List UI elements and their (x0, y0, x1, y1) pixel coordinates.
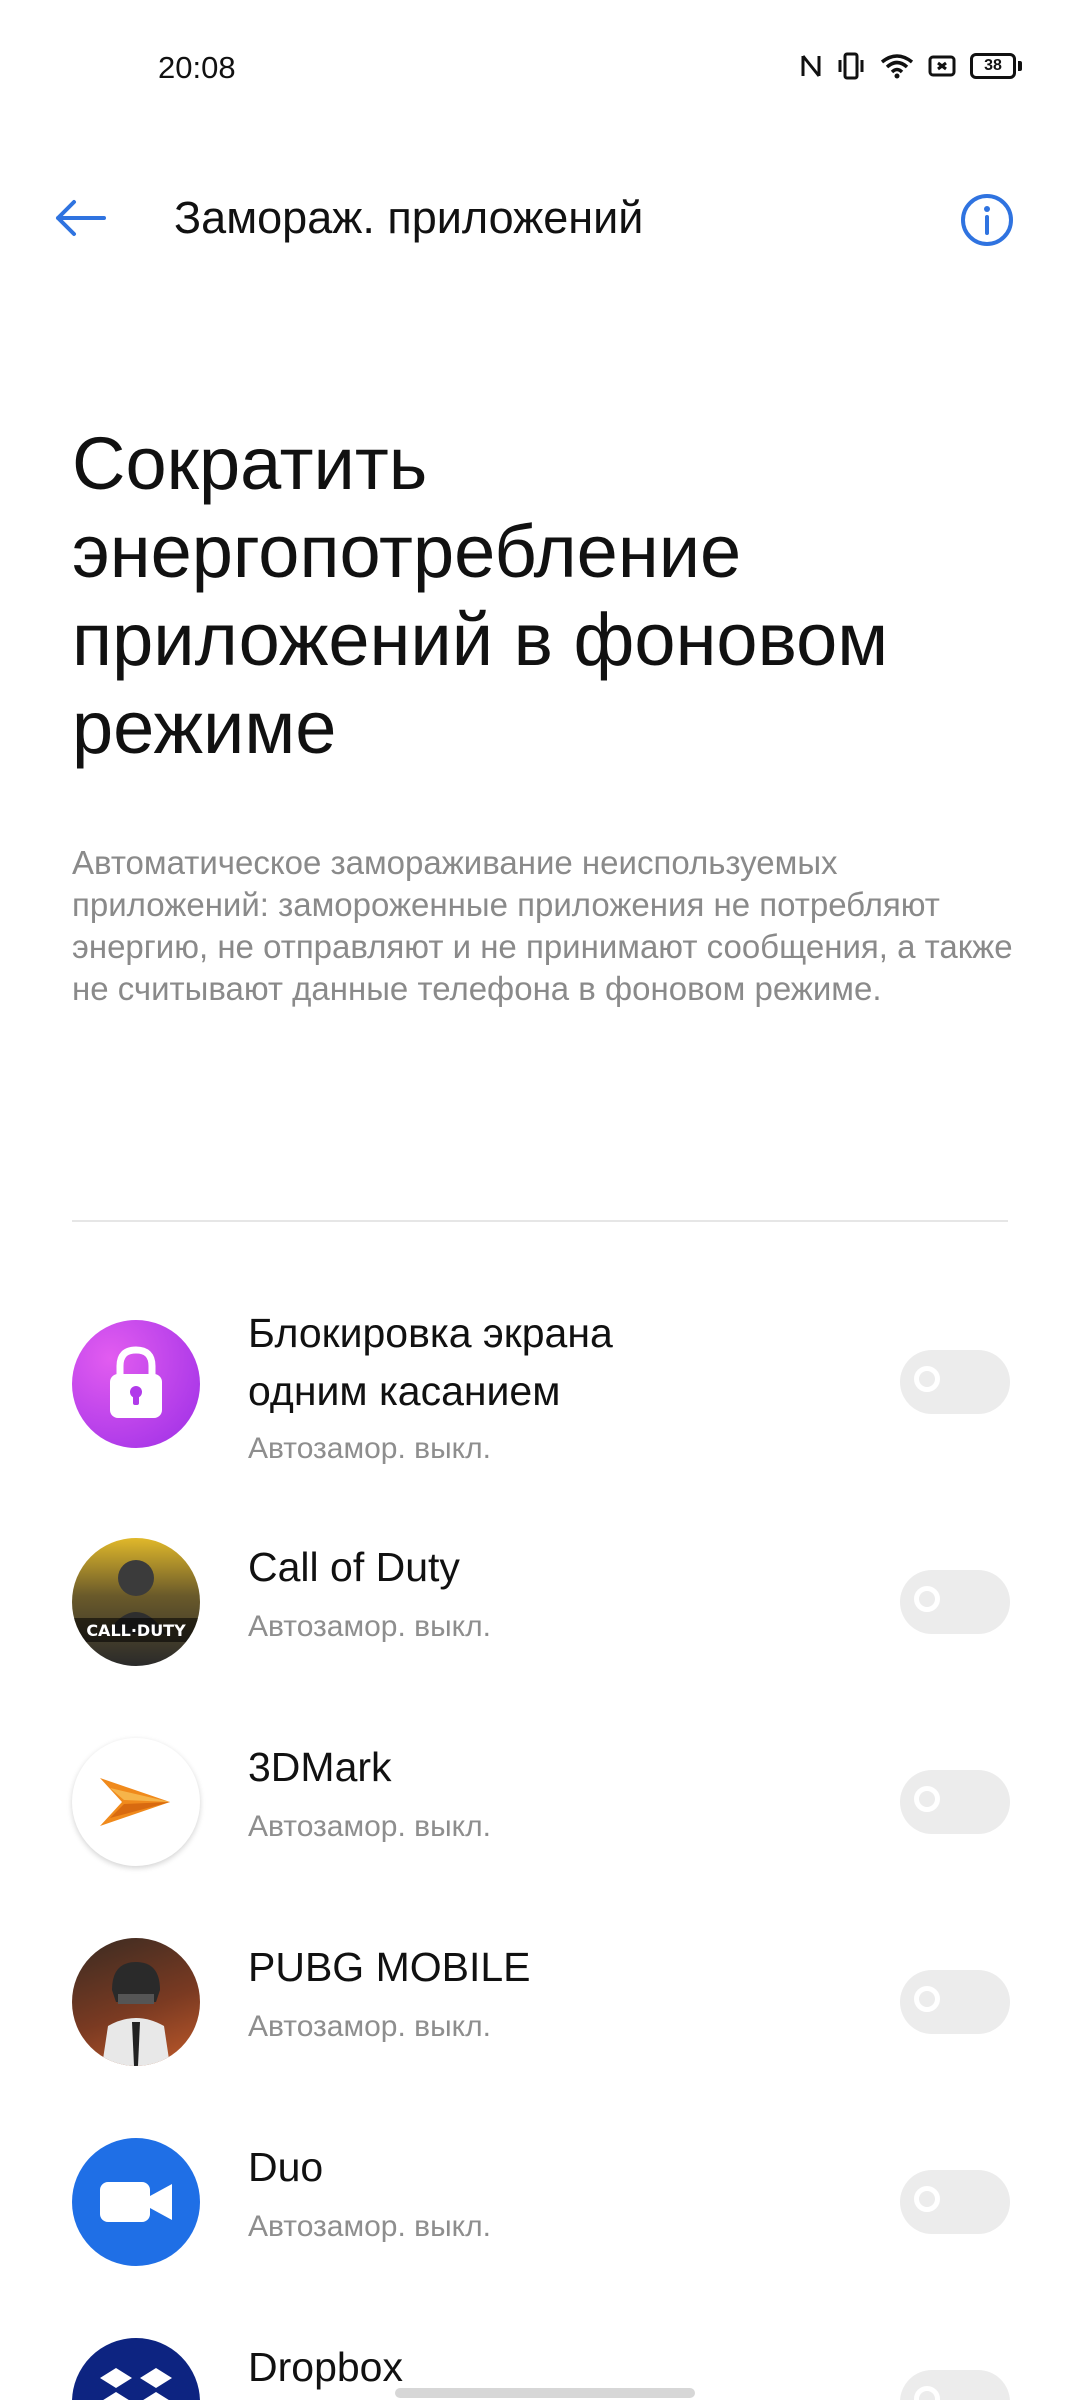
home-indicator[interactable] (395, 2388, 695, 2398)
page-title: Замораж. приложений (174, 192, 644, 243)
list-item-call-of-duty[interactable]: CALL·DUTY Call of Duty Автозамор. выкл. (0, 1538, 1080, 1666)
auto-freeze-toggle[interactable] (900, 1770, 1010, 1834)
lock-icon (72, 1320, 200, 1448)
list-item-3dmark[interactable]: 3DMark Автозамор. выкл. (0, 1738, 1080, 1866)
auto-freeze-toggle[interactable] (900, 1350, 1010, 1414)
video-camera-icon (72, 2138, 200, 2266)
app-name: 3DMark (248, 1744, 392, 1790)
list-item-lock-screen[interactable]: Блокировка экрана одним касанием Автозам… (0, 1300, 1080, 1500)
wifi-icon (880, 53, 914, 79)
status-icons: 38 (800, 52, 1022, 80)
app-name: Блокировка экрана одним касанием (248, 1310, 613, 1414)
hero-description: Автоматическое замораживание неиспользуе… (72, 844, 1013, 1007)
status-bar: 20:08 38 (0, 0, 1080, 140)
pubg-icon (72, 1938, 200, 2066)
status-time: 20:08 (158, 50, 236, 85)
app-name: PUBG MOBILE (248, 1944, 531, 1990)
auto-freeze-toggle[interactable] (900, 2170, 1010, 2234)
app-status: Автозамор. выкл. (248, 1610, 491, 1643)
back-button[interactable] (52, 188, 132, 252)
info-button[interactable] (955, 188, 1019, 252)
auto-freeze-toggle[interactable] (900, 1570, 1010, 1634)
list-item-pubg-mobile[interactable]: PUBG MOBILE Автозамор. выкл. (0, 1938, 1080, 2066)
svg-text:CALL·DUTY: CALL·DUTY (86, 1621, 186, 1640)
auto-freeze-toggle[interactable] (900, 1970, 1010, 2034)
app-status: Автозамор. выкл. (248, 1432, 491, 1465)
3dmark-icon (72, 1738, 200, 1866)
arrow-left-icon (52, 198, 108, 243)
app-name: Call of Duty (248, 1544, 460, 1590)
vibrate-icon (836, 52, 866, 80)
app-status: Автозамор. выкл. (248, 1810, 491, 1843)
call-of-duty-icon: CALL·DUTY (72, 1538, 200, 1666)
auto-freeze-toggle[interactable] (900, 2370, 1010, 2400)
battery-icon: 38 (970, 53, 1022, 79)
nfc-icon (800, 53, 822, 79)
screen-record-icon (928, 54, 956, 78)
app-bar: Замораж. приложений (0, 170, 1080, 270)
info-icon (955, 194, 1019, 256)
app-status: Автозамор. выкл. (248, 2010, 491, 2043)
hero-title: Сократить энергопотребление приложений в… (72, 422, 889, 769)
app-status: Автозамор. выкл. (248, 2210, 491, 2243)
battery-level: 38 (984, 57, 1002, 74)
divider (72, 1220, 1008, 1222)
dropbox-icon (72, 2338, 200, 2400)
list-item-duo[interactable]: Duo Автозамор. выкл. (0, 2138, 1080, 2266)
app-name: Duo (248, 2144, 324, 2190)
